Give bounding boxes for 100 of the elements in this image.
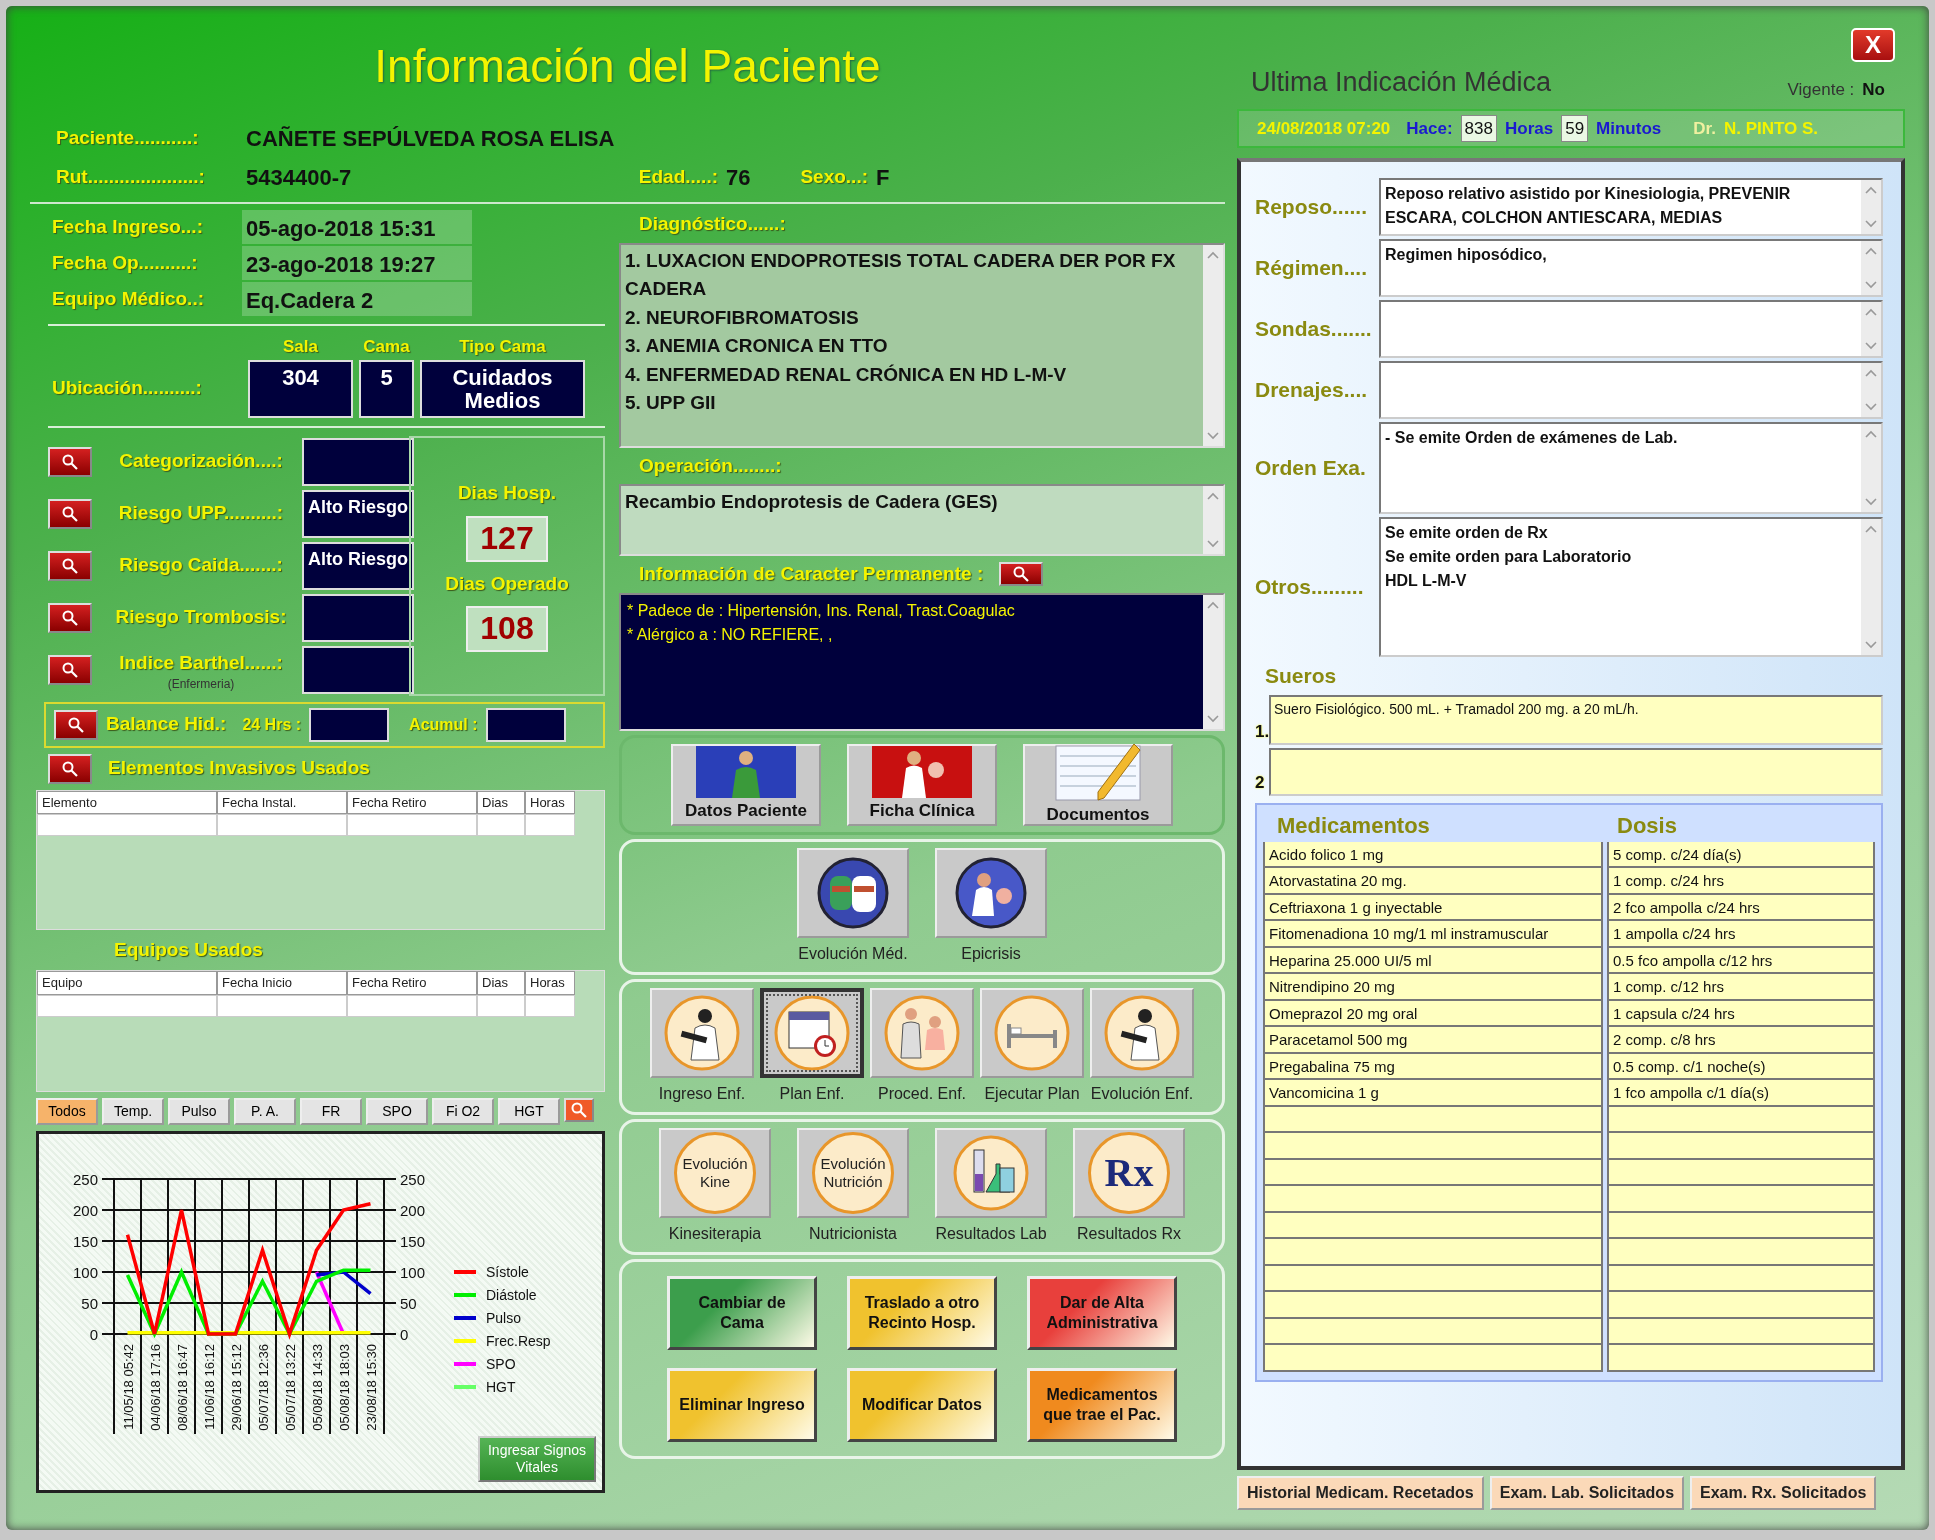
chevron-down-icon[interactable] xyxy=(1865,220,1877,228)
input-field[interactable] xyxy=(485,707,566,742)
scrollbar[interactable] xyxy=(1203,594,1223,729)
chevron-up-icon[interactable] xyxy=(1207,250,1219,259)
action-button[interactable]: Medicamentos que trae el Pac. xyxy=(1027,1367,1177,1442)
scrollbar[interactable] xyxy=(1861,302,1881,356)
scrollbar[interactable] xyxy=(1861,424,1881,512)
legend-label: Sístole xyxy=(486,1264,529,1280)
field-label: Drenajes.... xyxy=(1255,377,1369,404)
icon-button[interactable]: Ficha Clínica xyxy=(847,743,997,826)
scrollbar[interactable] xyxy=(1203,244,1223,446)
chevron-up-icon[interactable] xyxy=(1865,186,1877,194)
chevron-up-icon[interactable] xyxy=(1865,247,1877,255)
action-button[interactable]: Traslado a otro Recinto Hosp. xyxy=(847,1275,997,1350)
tab[interactable]: Exam. Lab. Solicitados xyxy=(1489,1476,1685,1510)
field-value: 127 xyxy=(466,515,548,562)
close-button[interactable]: X xyxy=(1851,28,1895,62)
table-cell: Atorvastatina 20 mg. xyxy=(1263,868,1603,895)
column-header: Horas xyxy=(525,971,575,995)
icon-button[interactable]: Evolución Nutrición xyxy=(797,1127,909,1218)
chevron-down-icon[interactable] xyxy=(1865,403,1877,411)
search-button[interactable] xyxy=(48,446,92,477)
chevron-up-icon[interactable] xyxy=(1865,430,1877,438)
button-caption: Resultados Lab xyxy=(935,1223,1047,1244)
tab[interactable]: Todos xyxy=(36,1098,98,1125)
tab[interactable]: Temp. xyxy=(102,1098,164,1125)
scrollbar[interactable] xyxy=(1861,363,1881,417)
action-button[interactable]: Eliminar Ingreso xyxy=(667,1367,817,1442)
icon-button[interactable]: Evolución Kine xyxy=(659,1127,771,1218)
input-field[interactable] xyxy=(309,707,390,742)
text-line: - Se emite Orden de exámenes de Lab. xyxy=(1385,428,1679,448)
table-cell: 2 comp. c/8 hrs xyxy=(1607,1027,1875,1054)
chevron-down-icon[interactable] xyxy=(1865,342,1877,350)
field-label: Orden Exa. xyxy=(1255,455,1367,482)
row-number: 2 xyxy=(1255,772,1266,794)
tab[interactable]: Historial Medicam. Recetados xyxy=(1237,1476,1484,1510)
table-cell: 0.5 fco ampolla c/12 hrs xyxy=(1607,947,1875,974)
tab[interactable]: Fi O2 xyxy=(432,1098,494,1125)
tab[interactable]: Exam. Rx. Solicitados xyxy=(1690,1476,1877,1510)
tab[interactable]: FR xyxy=(300,1098,362,1125)
field-value: Cuidados Medios xyxy=(420,359,585,418)
legend-label: Frec.Resp xyxy=(486,1333,551,1349)
field-value: 05-ago-2018 15:31 xyxy=(242,210,472,244)
chevron-down-icon[interactable] xyxy=(1865,281,1877,289)
search-icon xyxy=(61,504,79,523)
legend-label: SPO xyxy=(486,1356,516,1372)
field-label: Dr. xyxy=(1693,117,1716,140)
tab[interactable]: HGT xyxy=(498,1098,560,1125)
doctor-icon xyxy=(872,745,972,798)
chevron-up-icon[interactable] xyxy=(1207,600,1219,609)
icon-button[interactable] xyxy=(760,987,864,1078)
chevron-up-icon[interactable] xyxy=(1865,525,1877,533)
icon-button[interactable]: Datos Paciente xyxy=(671,743,821,826)
field-label: Equipo Médico..: xyxy=(52,286,205,311)
search-button[interactable] xyxy=(999,562,1044,587)
chevron-up-icon[interactable] xyxy=(1207,492,1219,500)
text-line: Se emite orden de Rx xyxy=(1385,523,1549,543)
scrollbar[interactable] xyxy=(1203,486,1223,554)
legend-swatch xyxy=(454,1339,476,1343)
text-line: HDL L-M-V xyxy=(1385,571,1468,591)
axis-tick-label: 29/06/18 15:12 xyxy=(228,1344,244,1431)
search-button[interactable] xyxy=(48,602,92,633)
action-button[interactable]: Dar de Alta Administrativa xyxy=(1027,1275,1177,1350)
action-button[interactable]: Cambiar de Cama xyxy=(667,1275,817,1350)
chevron-down-icon[interactable] xyxy=(1207,540,1219,548)
legend-swatch xyxy=(454,1362,476,1366)
search-button[interactable] xyxy=(48,498,92,529)
search-icon xyxy=(61,759,79,778)
search-button[interactable] xyxy=(48,550,92,581)
table-cell: Paracetamol 500 mg xyxy=(1263,1027,1603,1054)
icon-button[interactable]: Documentos xyxy=(1023,743,1173,826)
window-title: Información del Paciente xyxy=(373,39,882,94)
tab[interactable]: P. A. xyxy=(234,1098,296,1125)
chevron-up-icon[interactable] xyxy=(1865,308,1877,316)
chevron-down-icon[interactable] xyxy=(1207,714,1219,723)
tab[interactable]: Pulso xyxy=(168,1098,230,1125)
field-label: Horas xyxy=(1505,117,1554,140)
chevron-up-icon[interactable] xyxy=(1865,369,1877,377)
doctors-icon xyxy=(816,855,890,930)
field-label: Categorización....: xyxy=(119,449,283,474)
field-value: F xyxy=(876,164,891,192)
axis-tick-label: 04/06/18 17:16 xyxy=(147,1344,163,1431)
search-button[interactable] xyxy=(48,753,92,784)
icon-button[interactable]: Rx xyxy=(1073,1127,1185,1218)
field-label: Régimen.... xyxy=(1255,255,1369,282)
scrollbar[interactable] xyxy=(1861,241,1881,295)
field-label: Riesgo UPP..........: xyxy=(118,501,284,526)
search-button[interactable] xyxy=(54,709,98,740)
scrollbar[interactable] xyxy=(1861,180,1881,234)
tab[interactable]: SPO xyxy=(366,1098,428,1125)
chevron-down-icon[interactable] xyxy=(1865,498,1877,506)
vitals-button[interactable]: Ingresar Signos Vitales xyxy=(478,1436,596,1482)
search-button[interactable] xyxy=(48,654,92,685)
scrollbar[interactable] xyxy=(1861,519,1881,655)
field-label: 24 Hrs : xyxy=(242,714,302,735)
action-button[interactable]: Modificar Datos xyxy=(847,1367,997,1442)
chevron-down-icon[interactable] xyxy=(1865,641,1877,649)
axis-tick-label: 200 xyxy=(400,1202,426,1219)
field-label: Balance Hid.: xyxy=(106,712,227,737)
chevron-down-icon[interactable] xyxy=(1207,431,1219,440)
